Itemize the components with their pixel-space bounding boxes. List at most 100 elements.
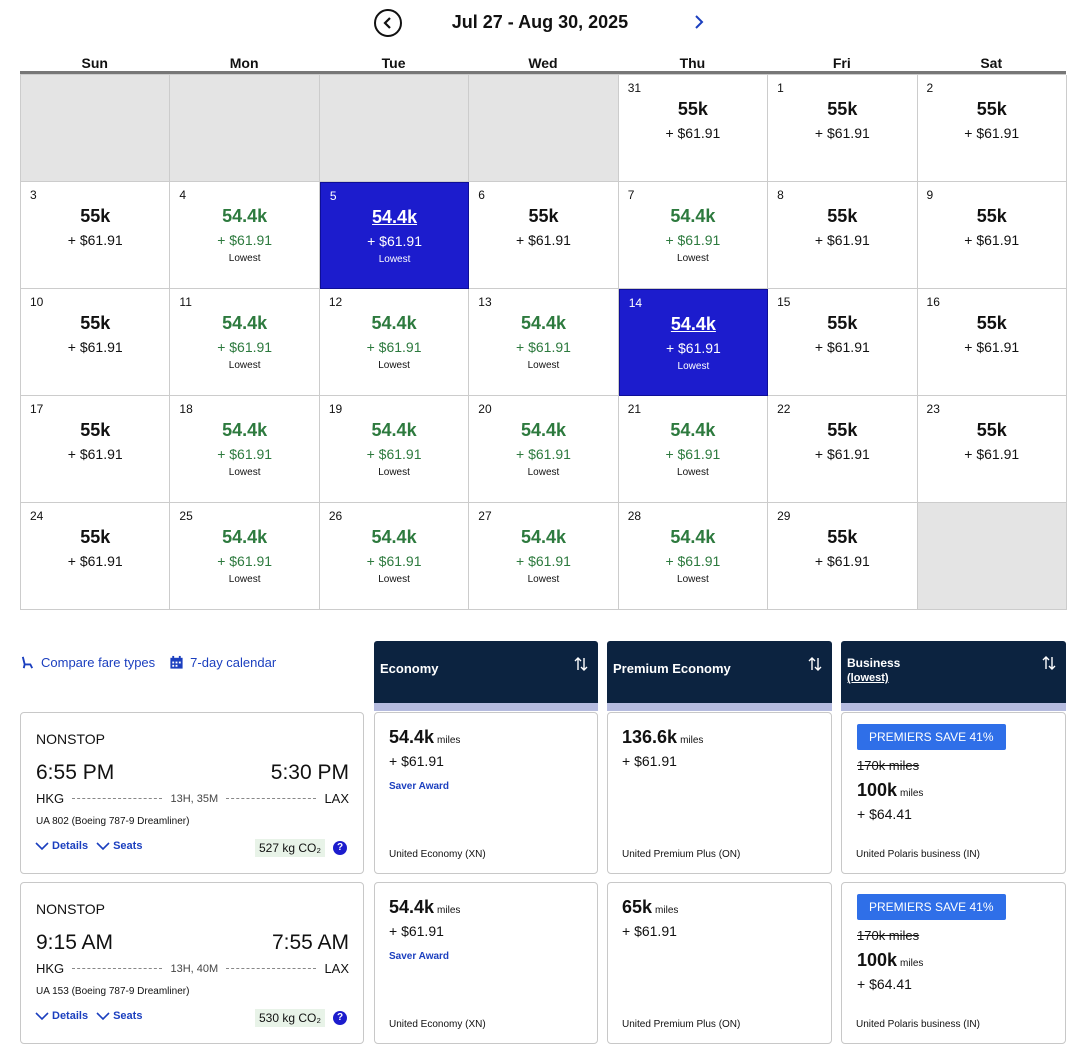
- day-miles: 55k: [976, 99, 1007, 119]
- calendar-day-cell[interactable]: 15 55k + $61.91: [768, 289, 918, 396]
- miles-unit: miles: [680, 735, 704, 746]
- miles-unit: miles: [437, 905, 461, 916]
- economy-fare-card[interactable]: 54.4k miles + $61.91 Saver Award United E…: [374, 882, 598, 1044]
- calendar-day-cell[interactable]: 31 55k + $61.91: [618, 75, 769, 182]
- previous-range-button[interactable]: [374, 9, 402, 37]
- day-miles: 54.4k: [371, 420, 417, 440]
- flight-links: Details Seats: [35, 1010, 142, 1022]
- calendar-tools: Compare fare types 7-day calendar: [20, 655, 276, 670]
- route-line: HKG 13H, 35M LAX: [36, 791, 349, 806]
- day-miles: 55k: [80, 313, 111, 333]
- day-miles: 54.4k: [670, 206, 716, 226]
- calendar-day-cell[interactable]: 20 54.4k + $61.91 Lowest: [469, 396, 619, 503]
- day-tax: + $61.91: [665, 125, 721, 141]
- chevron-down-icon: [96, 841, 110, 850]
- calendar-day-cell[interactable]: 25 54.4k + $61.91 Lowest: [170, 503, 320, 610]
- calendar-day-cell[interactable]: 11 54.4k + $61.91 Lowest: [170, 289, 320, 396]
- calendar-day-cell[interactable]: 17 55k + $61.91: [21, 396, 171, 503]
- cabin-label: United Polaris business (IN): [856, 849, 980, 860]
- calendar-day-cell[interactable]: 24 55k + $61.91: [21, 503, 171, 610]
- day-tax: + $61.91: [516, 339, 571, 355]
- business-fare-card[interactable]: PREMIERS SAVE 41% 170k miles 100k miles +…: [841, 712, 1066, 874]
- calendar-day-cell[interactable]: 9 55k + $61.91: [917, 182, 1067, 289]
- miles-unit: miles: [655, 905, 679, 916]
- premium-economy-column-label: Premium Economy: [613, 661, 731, 676]
- next-range-button[interactable]: [688, 10, 710, 34]
- fare-tax: + $64.41: [857, 976, 912, 992]
- calendar-day-cell[interactable]: 21 54.4k + $61.91 Lowest: [618, 396, 769, 503]
- seats-toggle[interactable]: Seats: [96, 1010, 142, 1022]
- calendar-day-cell[interactable]: 6 55k + $61.91: [469, 182, 619, 289]
- day-miles: 55k: [976, 313, 1007, 333]
- calendar-day-cell[interactable]: 18 54.4k + $61.91 Lowest: [170, 396, 320, 503]
- day-tax: + $61.91: [217, 232, 273, 248]
- compare-fare-types-link[interactable]: Compare fare types: [20, 655, 155, 670]
- day-number: 10: [30, 295, 44, 309]
- flight-card: NONSTOP 9:15 AM 7:55 AM HKG 13H, 40M LAX…: [20, 882, 364, 1044]
- calendar-day-cell[interactable]: 3 55k + $61.91: [21, 182, 171, 289]
- calendar-day-cell[interactable]: 4 54.4k + $61.91 Lowest: [170, 182, 320, 289]
- fare-tax: + $61.91: [389, 923, 444, 939]
- seats-toggle[interactable]: Seats: [96, 840, 142, 852]
- seven-day-calendar-link[interactable]: 7-day calendar: [169, 655, 276, 670]
- calendar-day-cell[interactable]: 23 55k + $61.91: [917, 396, 1067, 503]
- lowest-tag: Lowest: [378, 254, 411, 265]
- premium-economy-column-header[interactable]: Premium Economy: [607, 641, 832, 711]
- day-number: 23: [926, 402, 940, 416]
- details-toggle[interactable]: Details: [35, 1010, 88, 1022]
- day-miles: 55k: [976, 206, 1007, 226]
- info-icon[interactable]: ?: [333, 1011, 347, 1025]
- calendar-day-cell[interactable]: 12 54.4k + $61.91 Lowest: [319, 289, 470, 396]
- lowest-tag: Lowest: [527, 574, 560, 585]
- calendar-day-cell[interactable]: 14 54.4k + $61.91 Lowest: [618, 289, 769, 396]
- calendar-day-cell[interactable]: 26 54.4k + $61.91 Lowest: [319, 503, 470, 610]
- calendar-day-cell[interactable]: 13 54.4k + $61.91 Lowest: [469, 289, 619, 396]
- info-icon[interactable]: ?: [333, 841, 347, 855]
- calendar-day-cell[interactable]: 5 54.4k + $61.91 Lowest: [319, 182, 470, 289]
- lowest-tag: Lowest: [228, 467, 261, 478]
- fare-tax: + $61.91: [389, 753, 444, 769]
- economy-column-header[interactable]: Economy: [374, 641, 598, 711]
- day-miles: 55k: [827, 313, 858, 333]
- saver-award-label: Saver Award: [389, 781, 450, 792]
- day-tax: + $61.91: [665, 232, 721, 248]
- premiers-save-badge: PREMIERS SAVE 41%: [857, 894, 1006, 920]
- business-lowest-link[interactable]: (lowest): [847, 671, 900, 686]
- calendar-day-cell[interactable]: 10 55k + $61.91: [21, 289, 171, 396]
- sort-icon: [808, 657, 822, 671]
- day-number: 15: [777, 295, 791, 309]
- calendar-day-cell[interactable]: 1 55k + $61.91: [768, 75, 918, 182]
- day-miles: 55k: [827, 420, 858, 440]
- day-tax: + $61.91: [217, 446, 273, 462]
- day-number: 8: [777, 188, 784, 202]
- day-miles: 55k: [827, 99, 858, 119]
- calendar-day-cell[interactable]: 22 55k + $61.91: [768, 396, 918, 503]
- fare-miles: 100k miles: [857, 950, 923, 971]
- route-divider: [72, 968, 163, 969]
- route-divider: [226, 798, 317, 799]
- saver-award-label: Saver Award: [389, 951, 450, 962]
- calendar-day-cell[interactable]: 16 55k + $61.91: [917, 289, 1067, 396]
- seats-label: Seats: [113, 1010, 143, 1022]
- day-miles: 54.4k: [670, 527, 716, 547]
- calendar-day-cell[interactable]: 8 55k + $61.91: [768, 182, 918, 289]
- day-miles: 55k: [677, 99, 708, 119]
- premium-fare-card[interactable]: 136.6k miles + $61.91 United Premium Plus…: [607, 712, 832, 874]
- calendar-empty-cell: [170, 75, 320, 182]
- premium-fare-card[interactable]: 65k miles + $61.91 United Premium Plus (O…: [607, 882, 832, 1044]
- calendar-day-cell[interactable]: 27 54.4k + $61.91 Lowest: [469, 503, 619, 610]
- business-fare-card[interactable]: PREMIERS SAVE 41% 170k miles 100k miles +…: [841, 882, 1066, 1044]
- calendar-day-cell[interactable]: 2 55k + $61.91: [917, 75, 1067, 182]
- calendar-day-cell[interactable]: 28 54.4k + $61.91 Lowest: [618, 503, 769, 610]
- weekday-header-row: Sun Mon Tue Wed Thu Fri Sat: [20, 52, 1066, 74]
- calendar-empty-cell: [917, 503, 1067, 610]
- calendar-day-cell[interactable]: 7 54.4k + $61.91 Lowest: [618, 182, 769, 289]
- fare-tax: + $64.41: [857, 806, 912, 822]
- day-tax: + $61.91: [217, 339, 273, 355]
- economy-fare-card[interactable]: 54.4k miles + $61.91 Saver Award United E…: [374, 712, 598, 874]
- day-number: 22: [777, 402, 791, 416]
- calendar-day-cell[interactable]: 19 54.4k + $61.91 Lowest: [319, 396, 470, 503]
- business-column-header[interactable]: Business (lowest): [841, 641, 1066, 711]
- calendar-day-cell[interactable]: 29 55k + $61.91: [768, 503, 918, 610]
- details-toggle[interactable]: Details: [35, 840, 88, 852]
